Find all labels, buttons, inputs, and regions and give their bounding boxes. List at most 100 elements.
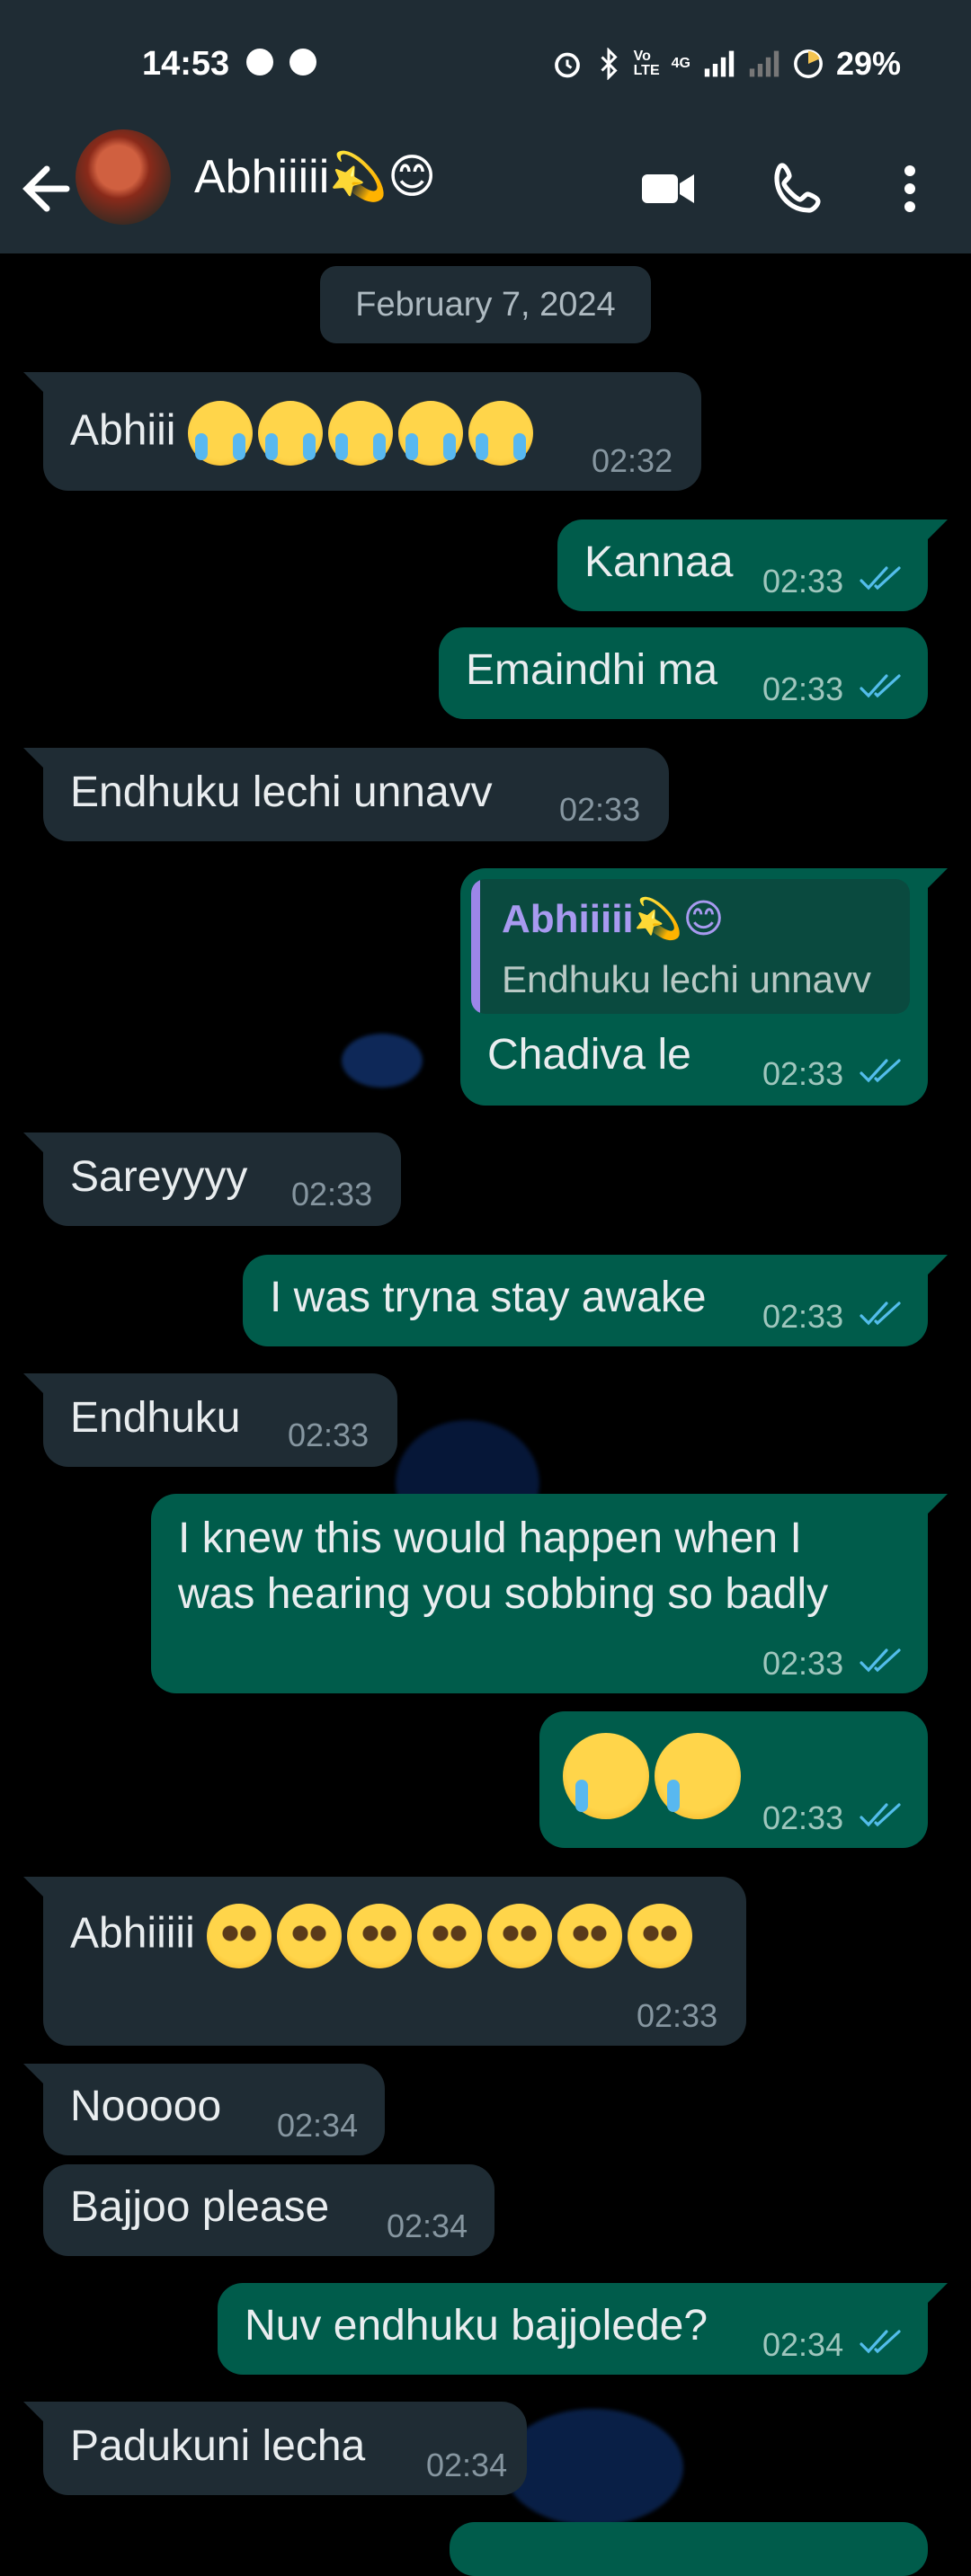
network-label: 4G: [671, 56, 690, 71]
signal-2-icon: [749, 50, 779, 77]
crying-emoji-icon: [397, 401, 463, 466]
alarm-icon: [554, 52, 580, 78]
quote-text: Endhuku lechi unnavv: [502, 958, 871, 1000]
battery-percent: 29%: [835, 45, 901, 82]
message-time: 02:34: [277, 2107, 359, 2144]
pleading-face-emoji-icon: [557, 1904, 623, 1968]
video-call-icon[interactable]: [637, 156, 701, 221]
incoming-message[interactable]: Padukuni lecha 02:34: [23, 2402, 527, 2495]
message-time: 02:34: [426, 2447, 508, 2483]
read-ticks-icon: [860, 2330, 901, 2354]
smiling-tear-emoji-icon: [563, 1733, 649, 1819]
message-time: 02:33: [288, 1417, 370, 1453]
outgoing-message[interactable]: Emaindhi ma 02:33: [439, 627, 928, 719]
read-ticks-icon: [860, 1301, 901, 1326]
outgoing-message[interactable]: Nuv endhuku bajjolede? 02:34: [218, 2283, 948, 2375]
message-time: 02:33: [762, 563, 844, 600]
messenger-icon: [290, 49, 316, 76]
message-time: 02:33: [762, 1645, 844, 1682]
system-icons: Vo LTE 4G 29%: [551, 45, 901, 83]
pleading-face-emoji-icon: [277, 1904, 343, 1968]
pleading-face-emoji-icon: [347, 1904, 413, 1968]
incoming-message[interactable]: Nooooo 02:34: [23, 2064, 385, 2155]
message-time: 02:32: [592, 442, 673, 479]
message-text: Padukuni lecha: [70, 2422, 366, 2470]
read-ticks-icon: [860, 566, 901, 591]
message-text: Endhuku lechi unnavv: [70, 768, 493, 816]
message-text-line-2: was hearing you sobbing so badly: [178, 1570, 829, 1618]
volte-icon: Vo LTE: [633, 49, 660, 78]
message-text: Nooooo: [70, 2083, 222, 2130]
message-time: 02:33: [762, 671, 844, 707]
whatsapp-icon: [246, 49, 273, 76]
wallpaper-glow: [503, 2409, 683, 2526]
message-time: 02:33: [762, 1799, 844, 1836]
incoming-message[interactable]: Abhiiiii 02:33: [23, 1877, 746, 2046]
bluetooth-icon: [601, 48, 618, 80]
signal-icon: [704, 50, 735, 77]
outgoing-message-partial[interactable]: [450, 2522, 928, 2576]
battery-icon: [794, 49, 823, 78]
incoming-message[interactable]: Sareyyyy 02:33: [23, 1133, 401, 1226]
notification-icons: [246, 49, 316, 76]
message-text: Kannaa: [584, 538, 734, 586]
avatar[interactable]: [76, 129, 171, 225]
crying-emoji-icon: [327, 401, 393, 466]
message-text: Chadiva le: [487, 1031, 691, 1079]
message-text-line-1: I knew this would happen when I: [178, 1515, 802, 1562]
message-time: 02:34: [762, 2326, 844, 2363]
read-ticks-icon: [860, 674, 901, 698]
back-arrow-icon[interactable]: [20, 153, 74, 225]
status-bar: 14:53 Vo LTE 4G 29%: [0, 0, 971, 126]
quote-accent-bar: [471, 879, 480, 1014]
incoming-message[interactable]: Bajjoo please 02:34: [43, 2164, 494, 2256]
outgoing-message[interactable]: Kannaa 02:33: [557, 520, 948, 611]
message-time: 02:34: [387, 2207, 468, 2244]
outgoing-message[interactable]: I was tryna stay awake 02:33: [243, 1255, 948, 1346]
read-ticks-icon: [860, 1803, 901, 1827]
outgoing-message[interactable]: Abhiiiii💫😊 Endhuku lechi unnavv Chadiva …: [460, 868, 948, 1106]
message-text: Emaindhi ma: [466, 646, 718, 694]
crying-emoji-icon: [257, 401, 323, 466]
message-text: [563, 1733, 746, 1819]
message-time: 02:33: [762, 1298, 844, 1335]
status-time: 14:53: [142, 45, 230, 83]
contact-name[interactable]: Abhiiiii💫😊: [194, 146, 436, 209]
message-text: Nuv endhuku bajjolede?: [245, 2302, 708, 2349]
outgoing-message[interactable]: 02:33: [539, 1711, 928, 1848]
pleading-face-emoji-icon: [628, 1904, 693, 1968]
pleading-face-emoji-icon: [207, 1904, 272, 1968]
message-time: 02:33: [637, 1997, 718, 2034]
message-text: Abhiii: [70, 401, 539, 466]
message-body: Abhiii: [70, 406, 176, 455]
read-ticks-icon: [860, 1059, 901, 1083]
crying-emoji-icon: [468, 401, 533, 466]
pleading-face-emoji-icon: [487, 1904, 553, 1968]
message-text: Endhuku: [70, 1394, 241, 1442]
outgoing-message[interactable]: I knew this would happen when I was hear…: [151, 1494, 948, 1693]
voice-call-icon[interactable]: [766, 156, 831, 221]
contact-name-emoji: 💫😊: [329, 151, 437, 203]
contact-name-text: Abhiiiii: [194, 151, 330, 203]
incoming-message[interactable]: Abhiii 02:32: [23, 372, 701, 491]
date-separator: February 7, 2024: [320, 266, 651, 343]
quoted-message[interactable]: Abhiiiii💫😊 Endhuku lechi unnavv: [471, 879, 910, 1014]
crying-emoji-icon: [187, 401, 253, 466]
wallpaper-glow: [342, 1034, 423, 1088]
smiling-tear-emoji-icon: [655, 1733, 741, 1819]
crying-emoji-group: [187, 401, 539, 466]
more-options-icon[interactable]: [881, 156, 939, 221]
message-text: Abhiiiii: [70, 1904, 698, 1968]
quote-author: Abhiiiii💫😊: [502, 897, 725, 941]
incoming-message[interactable]: Endhuku 02:33: [23, 1373, 397, 1467]
incoming-message[interactable]: Endhuku lechi unnavv 02:33: [23, 748, 669, 841]
read-ticks-icon: [860, 1648, 901, 1673]
pleading-emoji-group: [207, 1904, 698, 1968]
message-time: 02:33: [559, 791, 641, 828]
message-text: I was tryna stay awake: [270, 1274, 707, 1321]
message-text: Sareyyyy: [70, 1153, 248, 1201]
pleading-face-emoji-icon: [417, 1904, 483, 1968]
message-time: 02:33: [291, 1176, 373, 1212]
message-time: 02:33: [762, 1055, 844, 1092]
message-text: Bajjoo please: [70, 2183, 330, 2231]
